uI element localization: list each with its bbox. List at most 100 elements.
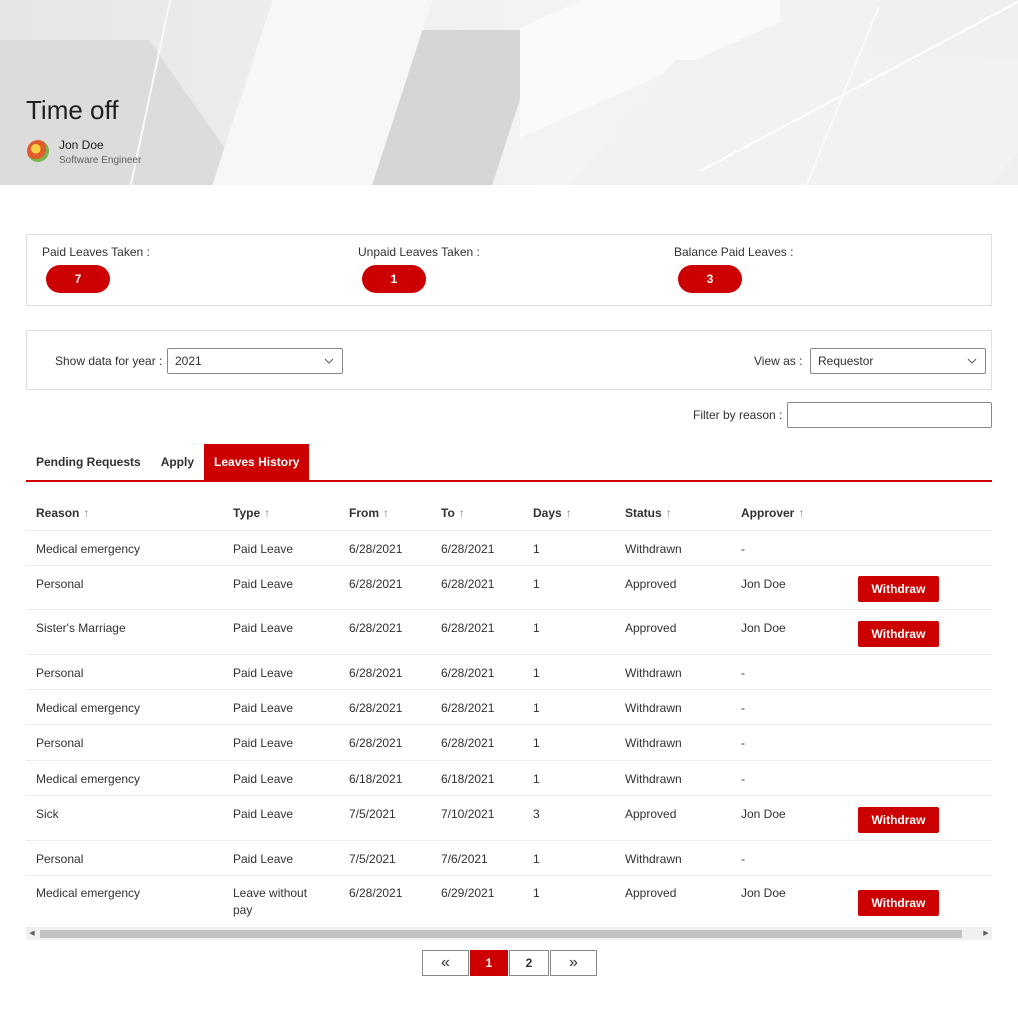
withdraw-button[interactable]: Withdraw — [858, 806, 939, 833]
balance-paid-leaves: Balance Paid Leaves : 3 — [674, 245, 793, 293]
cell-status: Approved — [625, 621, 677, 635]
tab-bar: Pending Requests Apply Leaves History — [26, 444, 310, 480]
cell-days: 1 — [533, 666, 540, 680]
cell-type: Paid Leave — [233, 772, 294, 786]
user-name: Jon Doe — [59, 138, 104, 152]
cell-type: Paid Leave — [233, 577, 294, 591]
cell-approver: - — [741, 736, 745, 750]
cell-reason: Medical emergency — [36, 886, 141, 900]
cell-status: Withdrawn — [625, 542, 682, 556]
cell-reason: Medical emergency — [36, 542, 141, 556]
scrollbar-thumb[interactable] — [40, 930, 962, 938]
table-row: Medical emergency Paid Leave 6/28/2021 6/28… — [26, 690, 992, 725]
sort-arrow-icon: ↑ — [565, 506, 572, 520]
withdraw-button[interactable]: Withdraw — [858, 890, 939, 916]
cell-to: 6/28/2021 — [441, 542, 495, 556]
scroll-right-icon[interactable]: ▶ — [980, 928, 992, 940]
table-row: Sister's Marriage Paid Leave 6/28/2021 6/28… — [26, 610, 992, 655]
cell-reason: Sister's Marriage — [36, 621, 126, 635]
table-row: Personal Paid Leave 6/28/2021 6/28/2021 1 Wit… — [26, 655, 992, 690]
cell-to: 6/28/2021 — [441, 701, 495, 715]
cell-from: 6/28/2021 — [349, 736, 403, 750]
cell-status: Withdrawn — [625, 666, 682, 680]
unpaid-leaves-taken-badge: 1 — [362, 265, 426, 293]
tab-apply[interactable]: Apply — [151, 444, 204, 480]
column-header-from[interactable]: From ↑ — [349, 505, 389, 522]
cell-days: 1 — [533, 772, 540, 786]
cell-approver: Jon Doe — [741, 621, 786, 635]
sort-arrow-icon: ↑ — [798, 506, 805, 520]
cell-type: Paid Leave — [233, 807, 294, 821]
table-row: Personal Paid Leave 6/28/2021 6/28/2021 1 Wit… — [26, 725, 992, 761]
horizontal-scrollbar[interactable]: ◀ ▶ — [26, 928, 992, 940]
column-header-type[interactable]: Type ↑ — [233, 505, 270, 522]
cell-from: 6/28/2021 — [349, 542, 403, 556]
cell-reason: Medical emergency — [36, 701, 141, 715]
avatar — [27, 140, 49, 162]
column-header-to[interactable]: To ↑ — [441, 505, 465, 522]
withdraw-button[interactable]: Withdraw — [858, 620, 939, 647]
cell-days: 1 — [533, 736, 540, 750]
cell-status: Withdrawn — [625, 736, 682, 750]
column-header-days[interactable]: Days ↑ — [533, 505, 572, 522]
first-page-button[interactable]: « — [422, 950, 469, 976]
cell-approver: - — [741, 701, 745, 715]
table-row: Personal Paid Leave 7/5/2021 7/6/2021 1 Withd… — [26, 841, 992, 876]
cell-approver: - — [741, 666, 745, 680]
column-header-approver[interactable]: Approver ↑ — [741, 505, 804, 522]
view-as-dropdown[interactable]: Requestor — [810, 348, 986, 374]
cell-reason: Personal — [36, 852, 84, 866]
cell-days: 3 — [533, 807, 540, 821]
year-dropdown[interactable]: 2021 — [167, 348, 343, 374]
withdraw-button[interactable]: Withdraw — [858, 576, 939, 602]
cell-from: 6/18/2021 — [349, 772, 403, 786]
cell-type: Paid Leave — [233, 736, 294, 750]
filter-reason-label: Filter by reason : — [693, 408, 783, 422]
filter-card: Show data for year : 2021 View as : Requ… — [26, 330, 992, 390]
view-as-dropdown-value: Requestor — [818, 354, 874, 368]
column-header-reason[interactable]: Reason ↑ — [36, 505, 89, 522]
unpaid-leaves-taken: Unpaid Leaves Taken : 1 — [358, 245, 480, 293]
table-row: Medical emergency Paid Leave 6/18/2021 6/18… — [26, 761, 992, 796]
balance-paid-leaves-label: Balance Paid Leaves : — [674, 245, 794, 259]
cell-from: 6/28/2021 — [349, 886, 403, 900]
next-page-button[interactable]: » — [550, 950, 597, 976]
table-row: Medical emergency Paid Leave 6/28/2021 6/28… — [26, 531, 992, 566]
cell-to: 6/28/2021 — [441, 736, 495, 750]
cell-days: 1 — [533, 577, 540, 591]
page-2-button[interactable]: 2 — [509, 950, 549, 976]
leaves-history-table: Reason ↑ Type ↑ From ↑ To ↑ Days ↑ Status ↑ Ap… — [26, 495, 992, 928]
page-1-button[interactable]: 1 — [470, 950, 508, 976]
cell-from: 6/28/2021 — [349, 701, 403, 715]
paid-leaves-taken: Paid Leaves Taken : 7 — [42, 245, 150, 293]
year-dropdown-value: 2021 — [175, 354, 202, 368]
sort-arrow-icon: ↑ — [665, 506, 672, 520]
filter-reason-input[interactable] — [787, 402, 992, 428]
sort-arrow-icon: ↑ — [83, 506, 90, 520]
table-header-row: Reason ↑ Type ↑ From ↑ To ↑ Days ↑ Status ↑ Ap… — [26, 495, 992, 531]
cell-approver: Jon Doe — [741, 807, 786, 821]
cell-type: Paid Leave — [233, 852, 294, 866]
cell-type: Leave without pay — [233, 886, 308, 917]
cell-status: Withdrawn — [625, 701, 682, 715]
cell-reason: Sick — [36, 807, 59, 821]
sort-arrow-icon: ↑ — [383, 506, 389, 520]
tab-leaves-history[interactable]: Leaves History — [204, 444, 310, 480]
sort-arrow-icon: ↑ — [264, 506, 271, 520]
double-chevron-left-icon: « — [441, 954, 450, 971]
leave-summary-card: Paid Leaves Taken : 7 Unpaid Leaves Take… — [26, 234, 992, 306]
tab-pending-requests[interactable]: Pending Requests — [26, 444, 151, 480]
paid-leaves-taken-label: Paid Leaves Taken : — [42, 245, 150, 259]
cell-approver: - — [741, 772, 745, 786]
cell-reason: Personal — [36, 666, 84, 680]
cell-days: 1 — [533, 542, 540, 556]
cell-approver: - — [741, 542, 745, 556]
column-header-status[interactable]: Status ↑ — [625, 505, 672, 522]
user-role: Software Engineer — [59, 155, 142, 166]
cell-days: 1 — [533, 886, 540, 900]
cell-to: 7/10/2021 — [441, 807, 495, 821]
cell-approver: Jon Doe — [741, 577, 786, 591]
cell-type: Paid Leave — [233, 701, 294, 715]
cell-status: Withdrawn — [625, 852, 682, 866]
scroll-left-icon[interactable]: ◀ — [26, 928, 38, 940]
